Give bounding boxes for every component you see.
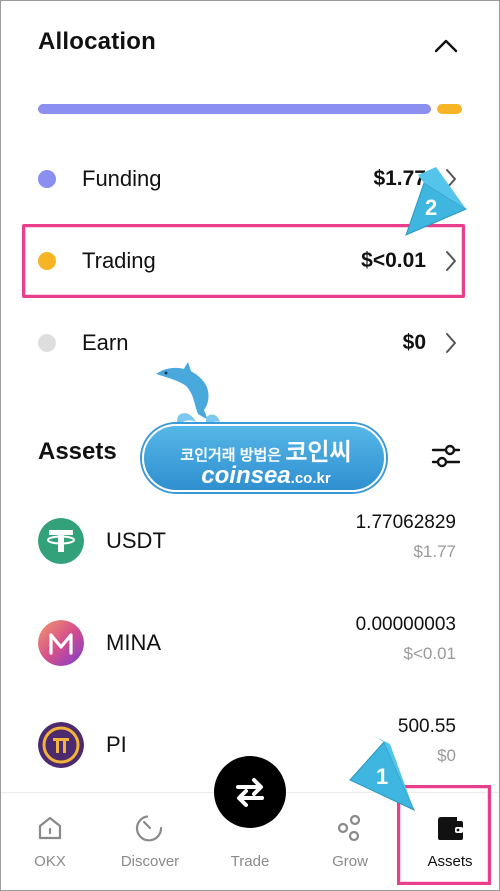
trading-row-highlight xyxy=(22,224,465,298)
asset-quantity: 1.77062829 xyxy=(355,512,456,533)
allocation-bar-funding xyxy=(38,104,431,114)
asset-quantity: 500.55 xyxy=(397,716,456,737)
dolphin-icon xyxy=(156,362,220,426)
watermark: 코인거래 방법은 코인씨 coinsea.co.kr xyxy=(142,360,388,500)
wallet-icon xyxy=(435,813,465,843)
nav-item-discover[interactable]: Discover xyxy=(100,793,200,891)
nav-label: Grow xyxy=(332,853,368,870)
chevron-right-icon xyxy=(444,168,458,190)
nav-label: Assets xyxy=(427,853,473,870)
asset-symbol: PI xyxy=(106,732,127,757)
allocation-value: $0 xyxy=(402,331,426,354)
asset-usd-value: $<0.01 xyxy=(403,644,456,663)
allocation-label: Earn xyxy=(82,330,129,355)
assets-header: Assets xyxy=(38,438,462,474)
funding-dot xyxy=(38,170,56,188)
swap-icon xyxy=(236,778,264,807)
asset-quantity: 0.00000003 xyxy=(355,614,456,635)
home-icon xyxy=(35,813,65,843)
asset-usd-value: $0 xyxy=(437,746,456,765)
allocation-row-earn[interactable]: Earn $0 xyxy=(38,323,458,363)
asset-row-usdt[interactable]: USDT 1.77062829 $1.77 xyxy=(38,512,458,572)
allocation-bar-trading xyxy=(437,104,462,114)
allocation-header[interactable]: Allocation xyxy=(38,28,460,64)
trade-button[interactable] xyxy=(214,756,286,828)
chevron-right-icon xyxy=(444,332,458,354)
allocation-title: Allocation xyxy=(38,28,157,55)
nav-item-assets[interactable]: Assets xyxy=(400,793,500,891)
mina-icon xyxy=(38,620,84,666)
nav-label: OKX xyxy=(34,853,66,870)
filter-sliders-icon[interactable] xyxy=(430,440,462,472)
assets-title: Assets xyxy=(38,438,117,465)
allocation-label: Funding xyxy=(82,166,162,191)
asset-symbol: USDT xyxy=(106,528,166,553)
chevron-up-icon[interactable] xyxy=(432,32,460,60)
asset-usd-value: $1.77 xyxy=(413,542,456,561)
pi-icon xyxy=(38,722,84,768)
tether-icon xyxy=(38,518,84,564)
nav-label: Trade xyxy=(230,853,270,870)
nav-item-grow[interactable]: Grow xyxy=(300,793,400,891)
earn-dot xyxy=(38,334,56,352)
grow-icon xyxy=(335,813,365,843)
asset-row-mina[interactable]: MINA 0.00000003 $<0.01 xyxy=(38,614,458,674)
allocation-value: $1.77 xyxy=(373,167,426,190)
discover-icon xyxy=(135,813,165,843)
allocation-bar xyxy=(38,104,462,114)
allocation-row-funding[interactable]: Funding $1.77 xyxy=(38,159,458,199)
asset-symbol: MINA xyxy=(106,630,161,655)
nav-item-okx[interactable]: OKX xyxy=(0,793,100,891)
nav-label: Discover xyxy=(120,853,180,870)
